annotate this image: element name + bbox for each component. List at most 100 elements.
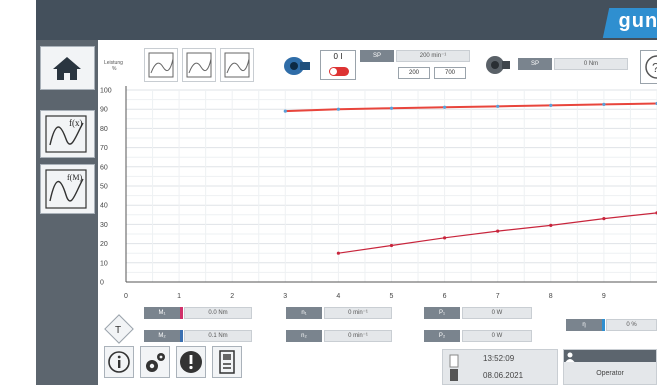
p2-value: 0 W (462, 330, 532, 342)
efficiency-value: 0 % (606, 319, 657, 331)
info-icon (108, 351, 130, 373)
motor-icon (284, 57, 310, 75)
m2-label: M₂ (144, 330, 180, 342)
clock-icon (449, 354, 459, 381)
x-tick-label: 6 (443, 293, 447, 300)
brake-icon (486, 56, 510, 74)
data-point (336, 251, 340, 255)
toggle-switch (329, 67, 349, 76)
help-button[interactable]: ? (640, 50, 657, 84)
chart-select-button-3[interactable] (220, 48, 254, 82)
speed-min-input[interactable]: 200 (398, 67, 430, 79)
home-button[interactable] (40, 46, 95, 90)
speed-sp-value: 200 min⁻¹ (396, 50, 470, 62)
help-icon: ? (645, 55, 657, 79)
data-point (389, 243, 394, 248)
p1-label: P₁ (424, 307, 460, 319)
data-point (389, 106, 394, 110)
speed-sp-label: SP (360, 50, 394, 62)
motor-on-off-toggle[interactable]: 0 I (320, 50, 356, 80)
x-tick-label: 5 (390, 293, 394, 300)
home-icon (53, 57, 81, 80)
function-chart-button[interactable]: f(x) (40, 110, 95, 158)
settings-icon (146, 353, 165, 372)
alert-button[interactable] (176, 346, 206, 378)
info-button[interactable] (104, 346, 134, 378)
data-point (602, 102, 606, 106)
user-header (564, 350, 656, 362)
user-name: Operator (596, 370, 624, 377)
svg-text:f(x): f(x) (69, 118, 83, 128)
m1-value: 0.0 Nm (184, 307, 252, 319)
x-tick-label: 8 (549, 293, 553, 300)
data-point (336, 107, 340, 111)
data-point (602, 217, 606, 221)
efficiency-indicator (602, 319, 605, 331)
temperature-button[interactable]: T (104, 314, 134, 344)
y-axis-unit: Leistung % (104, 60, 123, 72)
p2-label: P₂ (424, 330, 460, 342)
y-tick-label: 30 (100, 222, 108, 229)
data-point (443, 105, 447, 109)
m1-indicator (180, 307, 183, 319)
clock-panel: 13:52:09 08.06.2021 (442, 349, 558, 385)
y-tick-label: 60 (100, 164, 108, 171)
chart-3-icon (224, 52, 250, 78)
user-icon (565, 352, 575, 362)
y-tick-label: 100 (100, 88, 112, 95)
temperature-icon: T (104, 314, 134, 344)
characteristic-chart: 10090807060504030201000 1 2 3 4 5 6 7 8 9 (100, 86, 657, 300)
x-tick-label: 7 (496, 293, 500, 300)
x-tick-label: 4 (336, 293, 340, 300)
clock-time: 13:52:09 (483, 354, 515, 363)
chart-1-icon (148, 52, 174, 78)
y-tick-label: 10 (100, 260, 108, 267)
m1-label: M₁ (144, 307, 180, 319)
m2-value: 0.1 Nm (184, 330, 252, 342)
y-tick-label: 90 (100, 107, 108, 114)
svg-text:T: T (115, 325, 121, 336)
settings-button[interactable] (140, 346, 170, 378)
device-icon (219, 350, 235, 374)
brand-logo: gun (602, 8, 657, 38)
clock-date: 08.06.2021 (483, 371, 524, 380)
x-tick-label: 1 (177, 293, 181, 300)
characteristic-chart-icon: f(M) (45, 169, 87, 209)
data-point (549, 103, 553, 107)
y-tick-label: 80 (100, 126, 108, 133)
svg-text:f(M): f(M) (67, 173, 82, 182)
efficiency-label: η (566, 319, 602, 331)
n2-label: n₂ (286, 330, 322, 342)
x-tick-label: 9 (602, 293, 606, 300)
user-panel[interactable]: Operator (563, 349, 657, 385)
y-tick-label: 40 (100, 203, 108, 210)
function-chart-icon: f(x) (45, 115, 87, 153)
top-bar (36, 0, 657, 40)
y-tick-label: 0 (100, 280, 104, 287)
data-point (496, 104, 500, 108)
device-button[interactable] (212, 346, 242, 378)
data-point (496, 229, 500, 233)
data-point (443, 236, 447, 240)
y-tick-label: 50 (100, 184, 108, 191)
p1-value: 0 W (462, 307, 532, 319)
chart-select-button-2[interactable] (182, 48, 216, 82)
torque-sp-value: 0 Nm (554, 58, 628, 70)
x-tick-label: 2 (230, 293, 234, 300)
toggle-label: 0 I (333, 52, 343, 61)
x-tick-label: 0 (124, 293, 128, 300)
alert-icon (180, 351, 202, 373)
svg-text:?: ? (652, 60, 657, 75)
x-tick-label: 3 (283, 293, 287, 300)
torque-sp-label: SP (518, 58, 552, 70)
m2-indicator (180, 330, 183, 342)
n1-value: 0 min⁻¹ (324, 307, 392, 319)
data-point (549, 223, 553, 227)
chart-select-button-1[interactable] (144, 48, 178, 82)
data-point (283, 109, 287, 113)
n1-label: n₁ (286, 307, 322, 319)
speed-max-input[interactable]: 700 (434, 67, 466, 79)
y-tick-label: 70 (100, 145, 108, 152)
characteristic-chart-button[interactable]: f(M) (40, 164, 95, 214)
n2-value: 0 min⁻¹ (324, 330, 392, 342)
